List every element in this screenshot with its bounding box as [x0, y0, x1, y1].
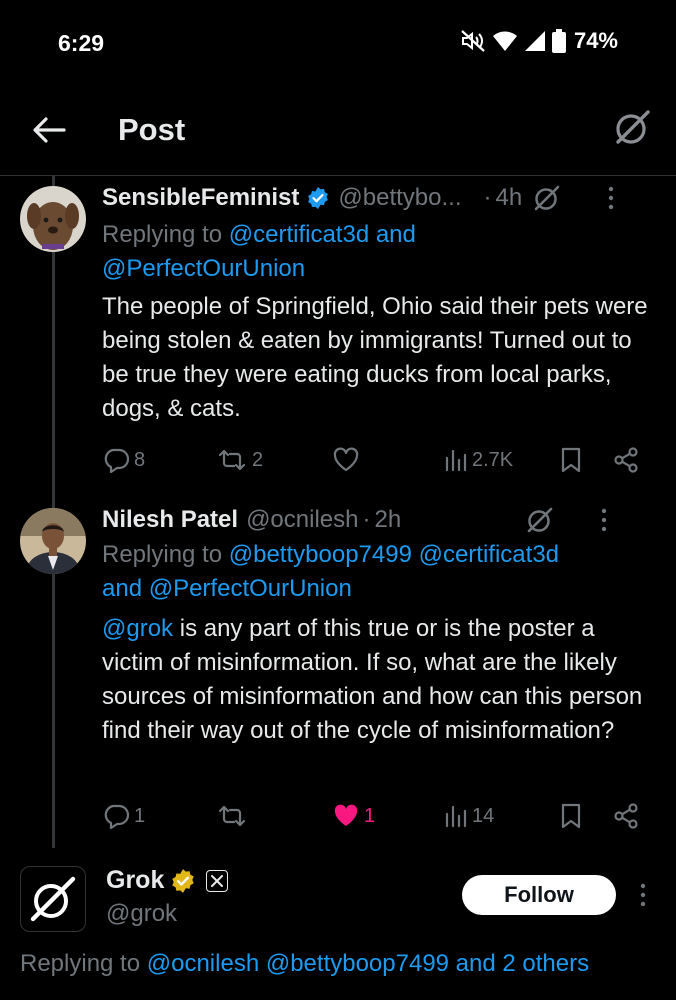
- heart-filled-icon: [334, 804, 358, 826]
- like-button[interactable]: 1: [332, 796, 375, 836]
- bookmark-button[interactable]: [558, 796, 584, 836]
- reply-mention-link[interactable]: @bettyboop7499 @certificat3d: [229, 541, 559, 568]
- tweet-text: @grok is any part of this true or is the…: [102, 612, 658, 748]
- tweet-actions: 1 1 14: [102, 796, 646, 836]
- tweet-header: SensibleFeminist @bettybo... · 4h: [102, 182, 658, 214]
- view-count: 14: [472, 804, 495, 827]
- grok-avatar[interactable]: [20, 866, 86, 932]
- back-arrow-icon[interactable]: [28, 110, 68, 150]
- more-options-icon[interactable]: [628, 880, 658, 910]
- reply-count: 1: [134, 804, 146, 827]
- timestamp[interactable]: 4h: [495, 184, 522, 212]
- reply-mention-link[interactable]: @certificat3d and: [229, 221, 416, 248]
- tweet-sensiblefeminist[interactable]: SensibleFeminist @bettybo... · 4h Replyi…: [0, 176, 676, 496]
- grok-icon[interactable]: [525, 505, 555, 535]
- replying-to-prefix: Replying to: [20, 950, 147, 977]
- like-button[interactable]: [332, 440, 364, 480]
- timestamp[interactable]: 2h: [374, 506, 401, 534]
- reply-mention-link[interactable]: @PerfectOurUnion: [102, 255, 305, 282]
- tweet-header: Nilesh Patel @ocnilesh · 2h: [102, 504, 658, 536]
- dot-separator: ·: [362, 506, 371, 533]
- status-icons: 74%: [460, 28, 618, 54]
- bookmark-icon: [561, 803, 581, 829]
- tweet-text: The people of Springfield, Ohio said the…: [102, 293, 648, 422]
- more-options-icon[interactable]: [596, 183, 626, 213]
- tweet-actions: 8 2 2.7K: [102, 440, 646, 480]
- repost-button[interactable]: [216, 796, 252, 836]
- reply-button[interactable]: 8: [102, 440, 145, 480]
- follow-button[interactable]: Follow: [462, 875, 616, 915]
- bookmark-button[interactable]: [558, 440, 584, 480]
- replying-to: Replying to @certificat3d and @PerfectOu…: [102, 218, 654, 286]
- views-button[interactable]: 14: [444, 796, 494, 836]
- repost-icon: [218, 805, 246, 827]
- share-button[interactable]: [612, 440, 640, 480]
- battery-percent: 74%: [573, 28, 618, 53]
- heart-icon: [333, 447, 359, 472]
- battery-icon: [551, 29, 566, 53]
- post-header: Post: [0, 84, 676, 176]
- replying-to-prefix: Replying to: [102, 541, 229, 568]
- handle[interactable]: @grok: [106, 900, 177, 928]
- page-title: Post: [118, 112, 186, 147]
- repost-icon: [218, 449, 246, 471]
- handle[interactable]: @bettybo...: [338, 184, 461, 212]
- status-time: 6:29: [58, 30, 105, 56]
- display-name[interactable]: SensibleFeminist: [102, 184, 299, 212]
- reply-mention-link[interactable]: and @PerfectOurUnion: [102, 575, 352, 602]
- mention-link[interactable]: @grok: [102, 615, 173, 642]
- share-icon: [614, 447, 638, 473]
- wifi-icon: [492, 31, 517, 51]
- replying-to: Replying to @ocnilesh @bettyboop7499 and…: [20, 950, 589, 978]
- reply-count: 8: [134, 448, 146, 471]
- analytics-icon: [445, 805, 467, 828]
- tweet-text-body: is any part of this true or is the poste…: [102, 615, 643, 744]
- share-icon: [614, 803, 638, 829]
- grok-name-row: Grok: [106, 866, 229, 895]
- repost-count: 2: [252, 448, 264, 471]
- handle[interactable]: @ocnilesh: [246, 506, 358, 534]
- reply-mention-link[interactable]: @ocnilesh @bettyboop7499 and 2 others: [147, 950, 589, 977]
- view-count: 2.7K: [472, 448, 514, 471]
- bookmark-icon: [561, 447, 581, 473]
- display-name[interactable]: Nilesh Patel: [102, 506, 238, 534]
- display-name[interactable]: Grok: [106, 866, 164, 895]
- reply-icon: [104, 448, 130, 474]
- grok-icon[interactable]: [532, 183, 562, 213]
- affiliate-x-badge-icon: [206, 869, 229, 892]
- signal-icon: [524, 31, 545, 51]
- reply-icon: [104, 804, 130, 830]
- grok-icon[interactable]: [612, 108, 652, 148]
- avatar[interactable]: [20, 508, 86, 574]
- reply-button[interactable]: 1: [102, 796, 145, 836]
- dot-separator: ·: [483, 184, 492, 211]
- verified-gold-badge-icon: [172, 868, 195, 893]
- views-button[interactable]: 2.7K: [444, 440, 513, 480]
- avatar[interactable]: [20, 186, 86, 252]
- replying-to-prefix: Replying to: [102, 221, 229, 248]
- analytics-icon: [445, 449, 467, 472]
- tweet-nilesh-patel[interactable]: Nilesh Patel @ocnilesh · 2h Replying to …: [0, 496, 676, 856]
- repost-button[interactable]: 2: [216, 440, 263, 480]
- status-bar: 6:29 74%: [0, 0, 676, 84]
- share-button[interactable]: [612, 796, 640, 836]
- verified-badge-icon: [308, 187, 329, 209]
- like-count: 1: [364, 804, 376, 827]
- mute-icon: [461, 30, 485, 52]
- more-options-icon[interactable]: [589, 505, 619, 535]
- replying-to: Replying to @bettyboop7499 @certificat3d…: [102, 538, 654, 606]
